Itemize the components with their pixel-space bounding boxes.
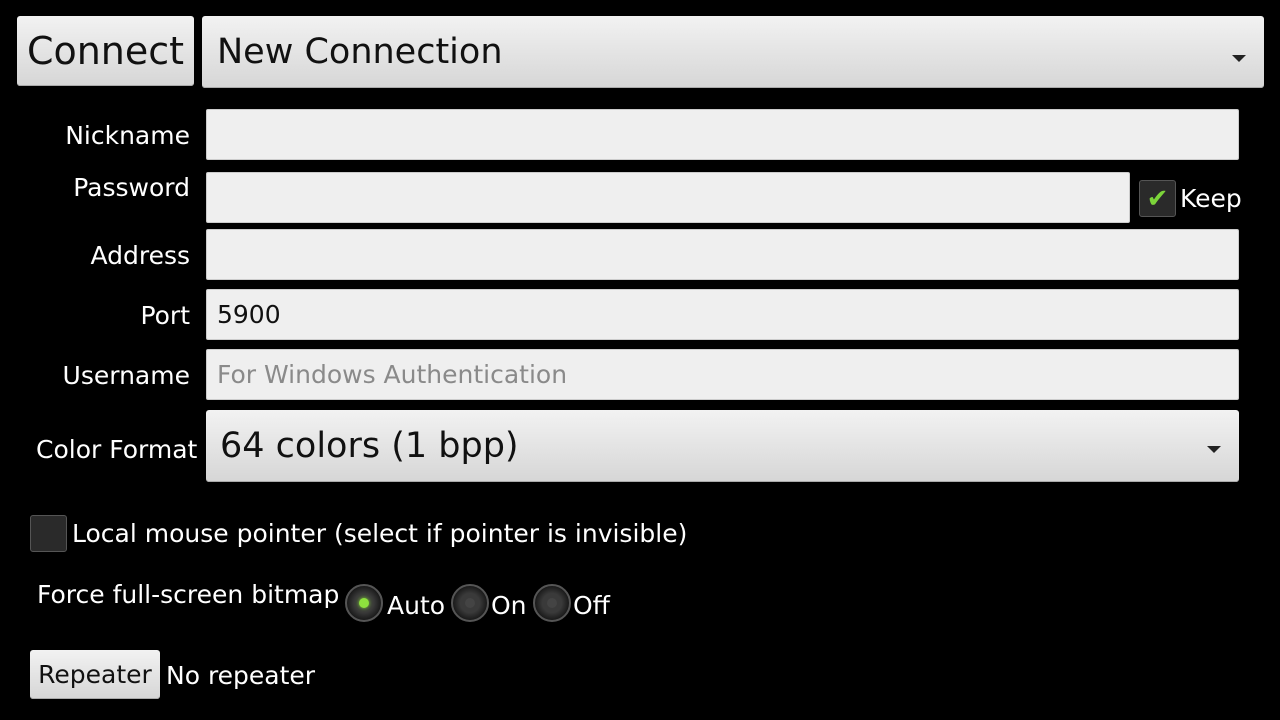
radio-dot-icon [547, 598, 557, 608]
force-fullscreen-label: Force full-screen bitmap [37, 580, 340, 609]
address-label: Address [90, 241, 190, 270]
color-format-selected: 64 colors (1 bpp) [220, 426, 519, 466]
password-label: Password [73, 173, 190, 202]
nickname-input[interactable] [206, 109, 1239, 160]
radio-off[interactable] [533, 584, 571, 622]
port-label: Port [140, 301, 190, 330]
username-label: Username [62, 361, 190, 390]
repeater-status: No repeater [166, 661, 316, 690]
radio-off-label: Off [573, 591, 610, 620]
color-format-label: Color Format [36, 435, 198, 464]
radio-auto[interactable] [345, 584, 383, 622]
local-mouse-checkbox[interactable] [30, 515, 67, 552]
radio-on-label: On [491, 591, 527, 620]
local-mouse-label: Local mouse pointer (select if pointer i… [72, 519, 688, 548]
checkmark-icon: ✔ [1146, 183, 1169, 214]
color-format-spinner[interactable]: 64 colors (1 bpp) [206, 410, 1239, 482]
connection-spinner[interactable]: New Connection [202, 16, 1264, 88]
keep-label: Keep [1180, 184, 1242, 213]
nickname-label: Nickname [65, 121, 190, 150]
radio-on[interactable] [451, 584, 489, 622]
radio-auto-label: Auto [387, 591, 446, 620]
dropdown-arrow-icon [1207, 446, 1221, 453]
port-input[interactable]: 5900 [206, 289, 1239, 340]
password-input[interactable] [206, 172, 1130, 223]
address-input[interactable] [206, 229, 1239, 280]
connect-button[interactable]: Connect [17, 16, 194, 86]
username-input[interactable]: For Windows Authentication [206, 349, 1239, 400]
repeater-button[interactable]: Repeater [30, 650, 160, 699]
connection-selected: New Connection [217, 32, 503, 72]
radio-dot-icon [465, 598, 475, 608]
radio-dot-icon [359, 598, 369, 608]
dropdown-arrow-icon [1232, 55, 1246, 62]
keep-password-checkbox[interactable]: ✔ [1139, 180, 1176, 217]
